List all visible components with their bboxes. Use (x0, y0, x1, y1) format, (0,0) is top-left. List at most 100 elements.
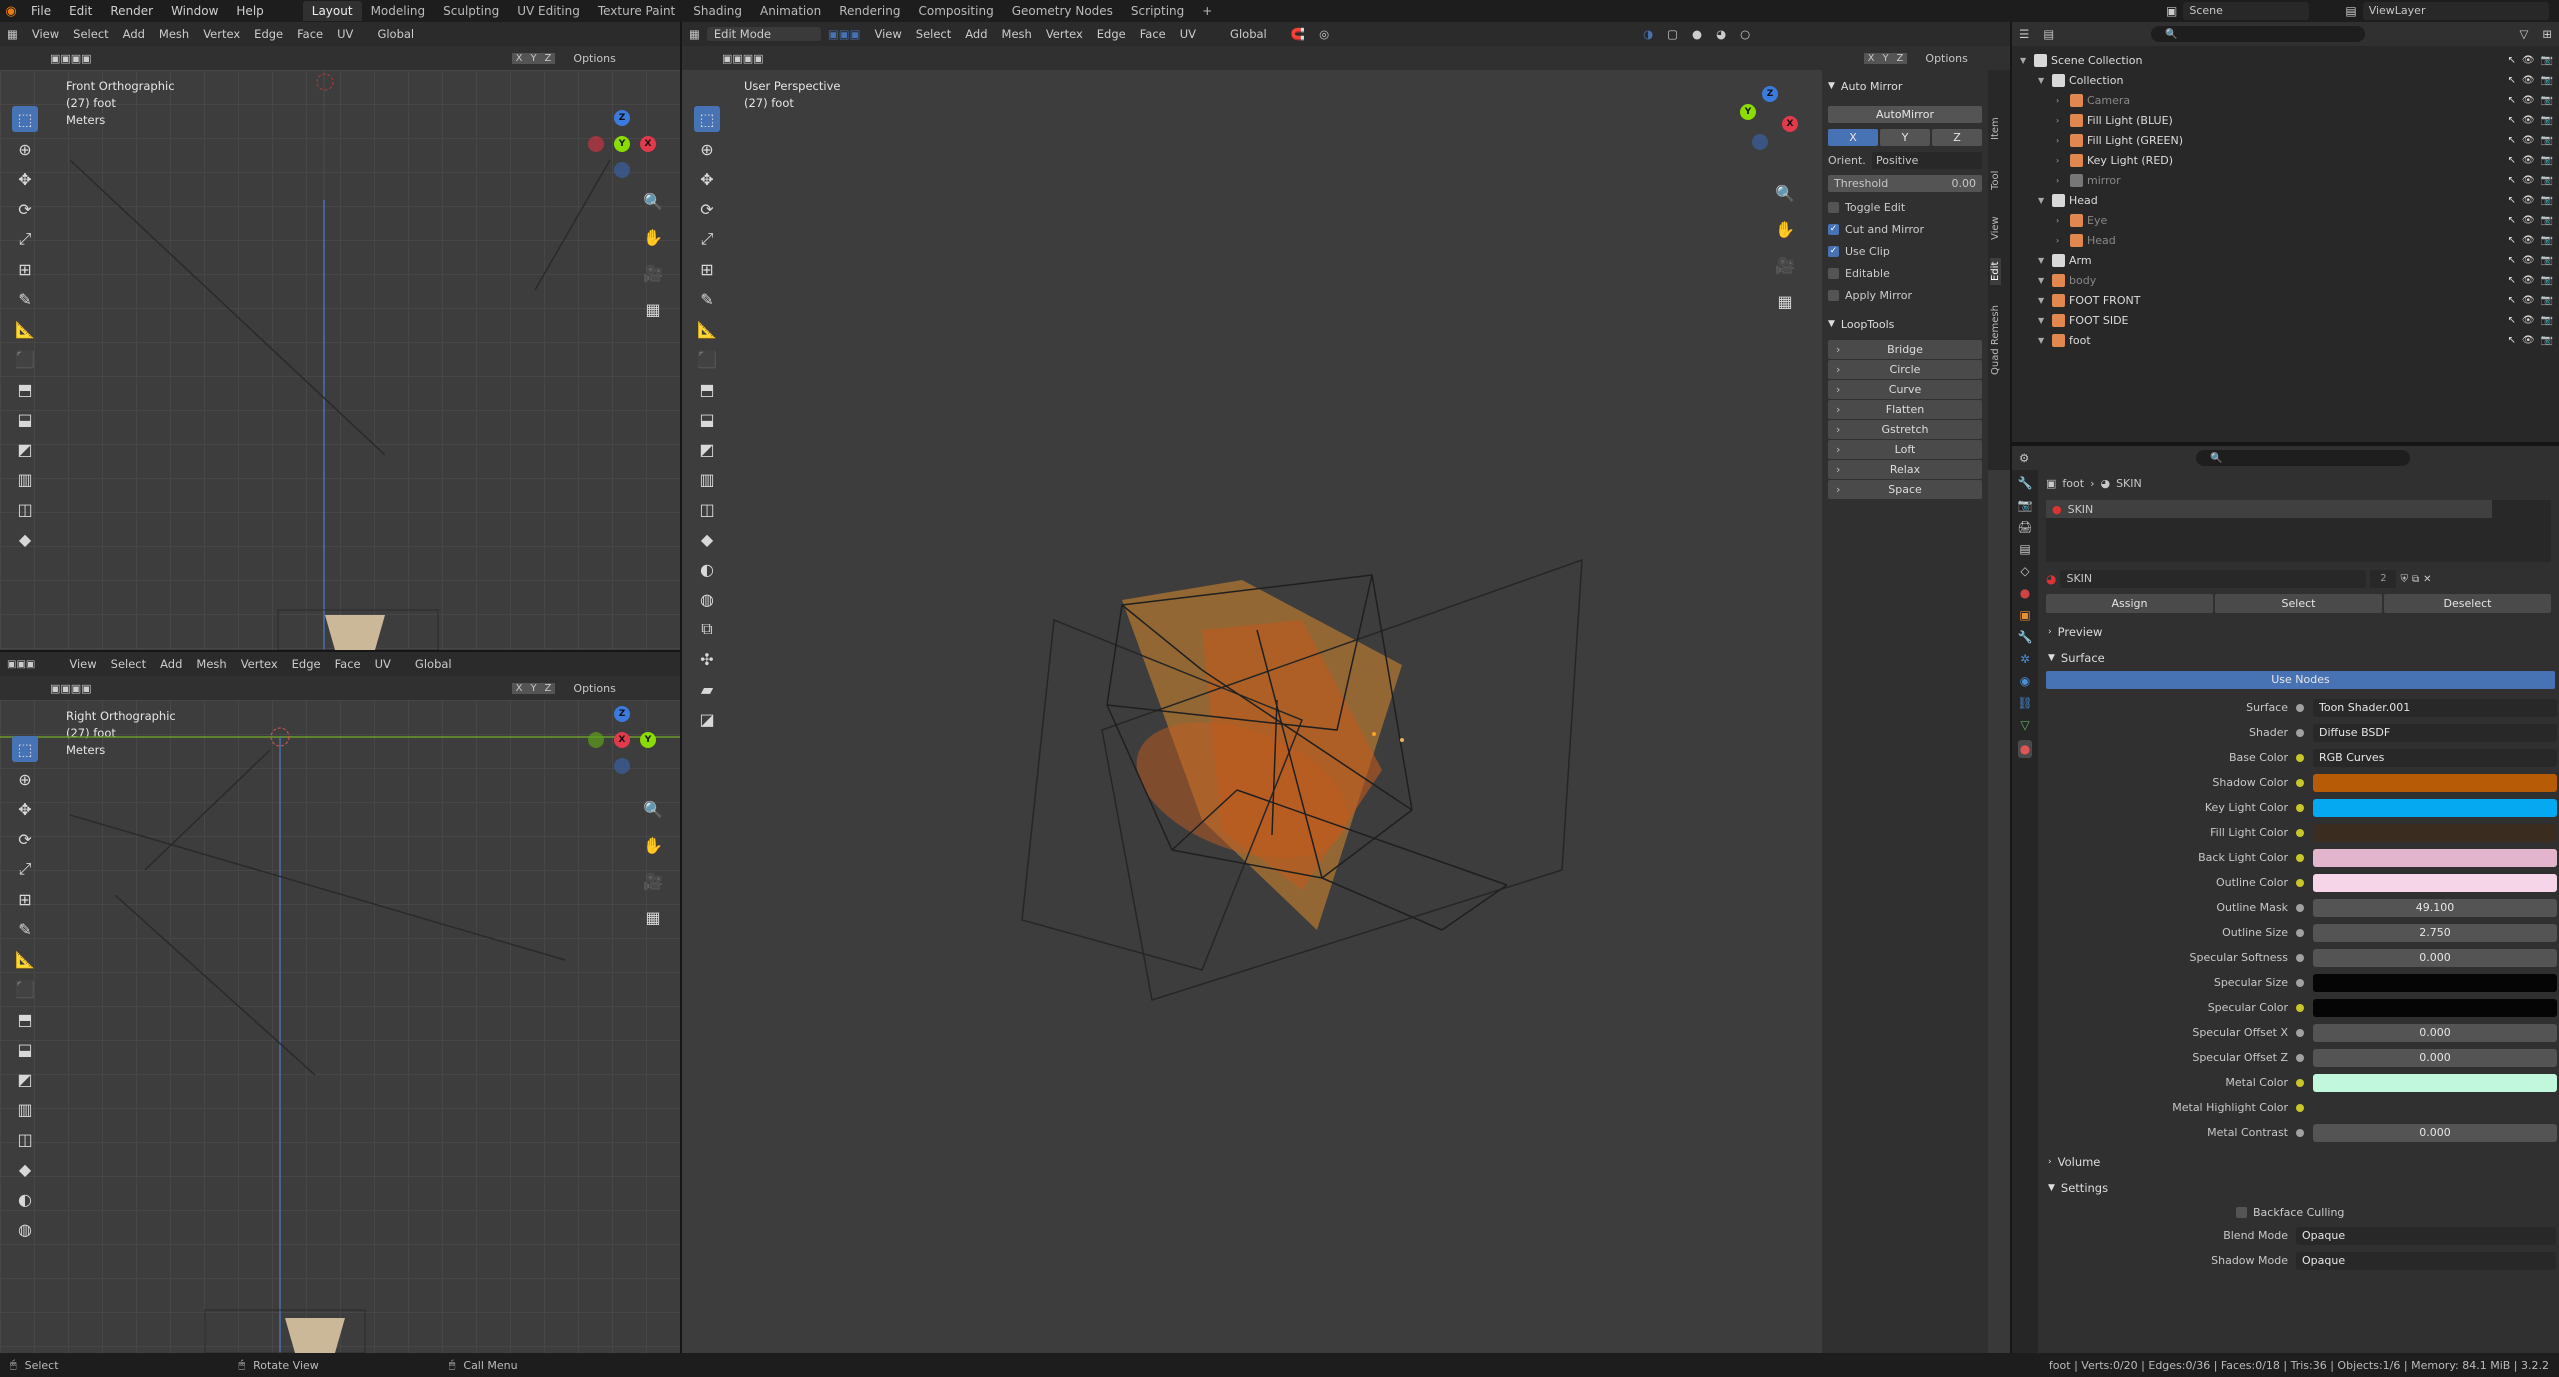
color-swatch[interactable] (2313, 873, 2557, 892)
fake-user-icon[interactable]: ⛨ (2400, 574, 2408, 585)
gizmo-z-axis[interactable]: Z (614, 110, 630, 126)
options-dropdown[interactable]: Options (573, 682, 615, 695)
annotate-tool[interactable]: ✎ (12, 286, 38, 312)
tab-geometry-nodes[interactable]: Geometry Nodes (1003, 1, 1122, 21)
camera-icon[interactable]: 📷 (2541, 255, 2553, 266)
edge-slide-tool[interactable]: ⧉ (694, 616, 720, 642)
snap-icon[interactable]: 🧲 (1284, 27, 1312, 41)
camera-icon[interactable]: 🎥 (1772, 252, 1798, 278)
outliner-row[interactable]: ▼ body ↖ 👁 📷 (2012, 270, 2559, 290)
select-button[interactable]: Select (2215, 594, 2382, 613)
shading-material-icon[interactable]: ◕ (1709, 27, 1733, 41)
looptools-relax-button[interactable]: › Relax (1828, 460, 1982, 479)
eye-icon[interactable]: 👁 (2522, 155, 2535, 166)
socket-dot-icon[interactable] (2296, 978, 2304, 987)
loop-cut-tool[interactable]: ▥ (12, 466, 38, 492)
shading-rendered-icon[interactable]: ○ (1733, 27, 1757, 41)
uv-menu[interactable]: UV (1173, 27, 1203, 41)
outliner-row[interactable]: ▼ foot ↖ 👁 📷 (2012, 330, 2559, 350)
uv-menu[interactable]: UV (330, 27, 360, 41)
socket-dot-icon[interactable] (2296, 1103, 2304, 1112)
measure-tool[interactable]: 📐 (12, 316, 38, 342)
smooth-tool[interactable]: ◍ (12, 1216, 38, 1242)
editor-type-icon[interactable]: ▦ (682, 27, 707, 41)
navigation-gizmo[interactable]: Z X Y (588, 110, 658, 180)
gizmo-z-axis[interactable]: Z (614, 706, 630, 722)
gizmo-z-axis[interactable]: Z (1762, 86, 1778, 102)
volume-panel-header[interactable]: › Volume (2038, 1149, 2559, 1175)
looptools-loft-button[interactable]: › Loft (1828, 440, 1982, 459)
rip-region-tool[interactable]: ◪ (694, 706, 720, 732)
visibility-toggles[interactable]: ↖ 👁 📷 (2507, 135, 2553, 146)
node-link-field[interactable]: Toon Shader.001 (2313, 698, 2557, 717)
number-field[interactable]: 0.000 (2313, 948, 2557, 967)
bevel-tool[interactable]: ◩ (694, 436, 720, 462)
uv-menu[interactable]: UV (368, 657, 398, 671)
use-nodes-button[interactable]: Use Nodes (2046, 671, 2555, 689)
smooth-tool[interactable]: ◍ (694, 586, 720, 612)
gizmo-y-axis[interactable]: Y (614, 136, 630, 152)
material-name-field[interactable]: SKIN (2060, 570, 2367, 588)
visibility-toggles[interactable]: ↖ 👁 📷 (2507, 235, 2553, 246)
axis-y-toggle[interactable]: Y (526, 52, 541, 64)
shrink-fatten-tool[interactable]: ✣ (694, 646, 720, 672)
disclosure-triangle-icon[interactable]: ▼ (2038, 196, 2048, 205)
scene-selector[interactable]: Scene (2183, 2, 2310, 20)
transform-tool[interactable]: ⊞ (694, 256, 720, 282)
mode-dropdown[interactable]: Edit Mode (706, 27, 821, 41)
color-swatch[interactable] (2313, 823, 2557, 842)
unlink-icon[interactable]: ✕ (2423, 574, 2431, 585)
socket-dot-icon[interactable] (2296, 953, 2304, 962)
looptools-gstretch-button[interactable]: › Gstretch (1828, 420, 1982, 439)
disclosure-triangle-icon[interactable]: ▼ (2020, 56, 2030, 65)
face-menu[interactable]: Face (290, 27, 330, 41)
outliner-row[interactable]: › Camera ↖ 👁 📷 (2012, 90, 2559, 110)
loop-cut-tool[interactable]: ▥ (12, 1096, 38, 1122)
new-collection-icon[interactable]: ⊞ (2535, 27, 2559, 41)
eye-icon[interactable]: 👁 (2522, 195, 2535, 206)
socket-dot-icon[interactable] (2296, 878, 2304, 887)
face-menu[interactable]: Face (1133, 27, 1173, 41)
camera-icon[interactable]: 🎥 (640, 260, 666, 286)
blend-mode-dropdown[interactable]: Opaque (2296, 1226, 2556, 1245)
disclosure-triangle-icon[interactable]: › (2056, 176, 2066, 185)
grid-icon[interactable]: ▦ (640, 296, 666, 322)
tab-uv-editing[interactable]: UV Editing (508, 1, 589, 21)
tab-shading[interactable]: Shading (684, 1, 751, 21)
preview-panel-header[interactable]: › Preview (2038, 619, 2559, 645)
visibility-toggles[interactable]: ↖ 👁 📷 (2507, 155, 2553, 166)
visibility-toggles[interactable]: ↖ 👁 📷 (2507, 175, 2553, 186)
disclosure-triangle-icon[interactable]: › (2056, 96, 2066, 105)
select-box-tool[interactable]: ⬚ (12, 106, 38, 132)
tab-rendering[interactable]: Rendering (830, 1, 909, 21)
axis-y-toggle[interactable]: Y (1878, 52, 1893, 64)
display-mode-icon[interactable]: ▤ (2036, 27, 2061, 41)
visibility-toggles[interactable]: ↖ 👁 📷 (2507, 55, 2553, 66)
select-menu[interactable]: Select (104, 657, 153, 671)
visibility-toggles[interactable]: ↖ 👁 📷 (2507, 335, 2553, 346)
tab-item[interactable]: Item (1990, 117, 2001, 140)
select-box-tool[interactable]: ⬚ (694, 106, 720, 132)
eye-icon[interactable]: 👁 (2522, 55, 2535, 66)
poly-build-tool[interactable]: ◆ (694, 526, 720, 552)
zoom-icon[interactable]: 🔍 (640, 188, 666, 214)
socket-dot-icon[interactable] (2296, 703, 2304, 712)
camera-icon[interactable]: 📷 (2541, 235, 2553, 246)
cursor-tool[interactable]: ⊕ (694, 136, 720, 162)
select-menu[interactable]: Select (66, 27, 115, 41)
search-input[interactable]: 🔍 (2196, 450, 2411, 466)
gizmo-neg-x[interactable] (588, 136, 604, 152)
front-viewport-canvas[interactable]: Front Orthographic (27) foot Meters ⬚ ⊕ … (0, 70, 680, 650)
axis-y-toggle[interactable]: Y (526, 682, 541, 694)
proportional-icon[interactable]: ◎ (1312, 27, 1336, 41)
vertex-menu[interactable]: Vertex (234, 657, 285, 671)
select-mode-icon[interactable]: ▣▣▣▣ (50, 52, 92, 65)
menu-help[interactable]: Help (227, 0, 272, 22)
material-tab-icon[interactable]: ● (2017, 740, 2033, 758)
select-arrow-icon[interactable]: ↖ (2507, 215, 2515, 226)
tool-tab-icon[interactable]: 🔧 (2018, 476, 2033, 490)
rotate-tool[interactable]: ⟳ (12, 196, 38, 222)
rotate-tool[interactable]: ⟳ (12, 826, 38, 852)
eye-icon[interactable]: 👁 (2522, 175, 2535, 186)
color-swatch[interactable] (2313, 773, 2557, 792)
